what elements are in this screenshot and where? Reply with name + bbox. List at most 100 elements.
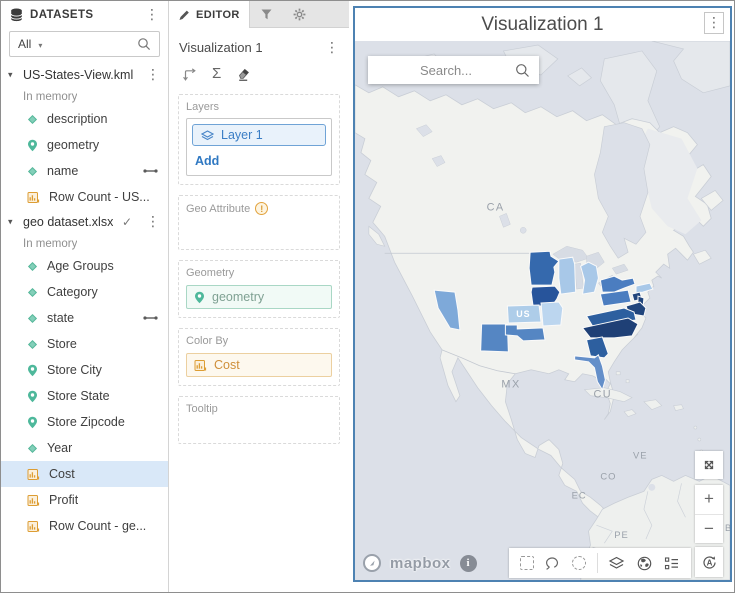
expand-button[interactable] xyxy=(695,451,723,479)
map-label: BR xyxy=(725,522,730,533)
map-label: MX xyxy=(501,379,520,391)
list-item-label: In memory xyxy=(23,91,77,103)
list-item[interactable]: ▾ In memory ✓ xyxy=(1,87,168,106)
geometry-label: Geometry xyxy=(186,267,332,279)
mapbox-logo-icon[interactable] xyxy=(363,554,381,572)
zoom-out-button[interactable]: − xyxy=(695,515,723,544)
dimension-icon xyxy=(27,339,38,350)
list-item[interactable]: ▾ US-States-View.kml ✓ xyxy=(1,63,168,87)
link-icon xyxy=(143,314,158,322)
tab-settings[interactable] xyxy=(283,1,316,27)
geo-pin-icon xyxy=(27,390,38,403)
eraser-icon[interactable] xyxy=(236,66,252,82)
list-item-label: description xyxy=(47,112,107,126)
list-item[interactable]: ▾ Category ✓ xyxy=(1,279,168,305)
globe-icon[interactable] xyxy=(636,555,653,572)
list-item[interactable]: ▾ Year ✓ xyxy=(1,435,168,461)
auto-label-button[interactable]: A xyxy=(695,547,723,577)
expand-arrow-icon[interactable]: ▾ xyxy=(8,70,13,81)
tab-editor[interactable]: EDITOR xyxy=(169,1,250,28)
legend-list-icon[interactable] xyxy=(663,555,680,572)
datasets-kebab-menu-icon[interactable]: ⋮ xyxy=(145,8,159,22)
list-item[interactable]: ▾ Row Count - US... ✓ xyxy=(1,184,168,210)
visualization-title-row: Visualization 1 ⋮ xyxy=(169,28,349,59)
dataset-filter[interactable]: All ▾ xyxy=(9,31,160,57)
list-item[interactable]: ▾ Row Count - ge... ✓ xyxy=(1,513,168,539)
list-item-label: Store City xyxy=(47,363,102,377)
zoom-controls: + − xyxy=(695,485,723,543)
geo-attribute-dropzone[interactable] xyxy=(186,215,332,241)
color-by-field-name: Cost xyxy=(214,358,240,372)
list-item[interactable]: ▾ Store Zipcode ✓ xyxy=(1,409,168,435)
list-item-label: Year xyxy=(47,441,72,455)
editor-tabbar: EDITOR xyxy=(169,1,349,28)
choropleth-map[interactable]: CA US MX CU VE CO EC PE BR xyxy=(355,41,730,580)
list-item[interactable]: ▾ geometry ✓ xyxy=(1,132,168,158)
link-icon xyxy=(143,167,158,175)
expand-arrow-icon[interactable]: ▾ xyxy=(8,217,13,228)
list-item[interactable]: ▾ In memory ✓ xyxy=(1,234,168,253)
filter-dropdown-value[interactable]: All xyxy=(18,37,31,51)
mapbox-wordmark[interactable]: mapbox xyxy=(390,555,451,572)
dimension-icon xyxy=(27,287,38,298)
check-icon: ✓ xyxy=(122,215,132,229)
list-item-label: Profit xyxy=(49,493,78,507)
app-window: DATASETS ⋮ All ▾ ▾ xyxy=(0,0,735,593)
kebab-menu-icon[interactable]: ⋮ xyxy=(146,215,160,229)
measure-icon xyxy=(27,191,40,204)
list-item[interactable]: ▾ Age Groups ✓ xyxy=(1,253,168,279)
list-item[interactable]: ▾ Cost ✓ xyxy=(1,461,168,487)
state-MO[interactable] xyxy=(541,302,563,326)
swap-axes-icon[interactable] xyxy=(181,66,197,82)
circle-select-icon[interactable] xyxy=(572,556,586,570)
layer-item[interactable]: Layer 1 xyxy=(192,124,326,146)
measure-icon xyxy=(27,520,40,533)
map-label: CU xyxy=(593,389,612,401)
map-label: EC xyxy=(572,489,587,500)
geometry-field-pill[interactable]: geometry xyxy=(186,285,332,309)
color-by-field-pill[interactable]: Cost xyxy=(186,353,332,377)
tab-filter[interactable] xyxy=(250,1,283,27)
search-icon[interactable] xyxy=(137,37,151,51)
visualization-header: Visualization 1 ⋮ xyxy=(355,8,730,41)
search-icon[interactable] xyxy=(515,63,530,78)
rectangle-select-icon[interactable] xyxy=(520,556,534,570)
list-item[interactable]: ▾ geo dataset.xlsx ✓ xyxy=(1,210,168,234)
map-attribution: mapbox i xyxy=(363,554,477,572)
list-item-label: Store xyxy=(47,337,77,351)
kebab-menu-icon[interactable]: ⋮ xyxy=(146,68,160,82)
dimension-icon xyxy=(27,166,38,177)
map-canvas[interactable]: CA US MX CU VE CO EC PE BR Search... xyxy=(355,41,730,580)
lasso-select-icon[interactable] xyxy=(544,555,561,572)
tooltip-dropzone[interactable] xyxy=(186,415,332,435)
dimension-icon xyxy=(27,313,38,324)
state-WI[interactable] xyxy=(559,257,576,294)
visualization-menu-button[interactable]: ⋮ xyxy=(704,12,724,34)
info-icon[interactable]: i xyxy=(460,555,477,572)
geo-pin-icon xyxy=(27,364,38,377)
map-label: CA xyxy=(487,201,505,213)
map-search-box[interactable]: Search... xyxy=(368,56,539,84)
tooltip-section[interactable]: Tooltip xyxy=(178,396,340,444)
layers-section: Layers Layer 1 Add xyxy=(178,94,340,185)
color-by-section[interactable]: Color By Cost xyxy=(178,328,340,386)
add-layer-button[interactable]: Add xyxy=(187,151,331,175)
layers-icon[interactable] xyxy=(608,556,625,571)
list-item-label: geometry xyxy=(47,138,99,152)
filter-funnel-icon xyxy=(260,8,273,21)
state-NM[interactable] xyxy=(481,324,509,352)
geo-attribute-section[interactable]: Geo Attribute ! xyxy=(178,195,340,250)
list-item[interactable]: ▾ Store City ✓ xyxy=(1,357,168,383)
geometry-section[interactable]: Geometry geometry xyxy=(178,260,340,318)
visualization-kebab-menu-icon[interactable]: ⋮ xyxy=(325,41,339,55)
database-icon xyxy=(10,8,23,22)
list-item[interactable]: ▾ description ✓ xyxy=(1,106,168,132)
zoom-in-button[interactable]: + xyxy=(695,485,723,515)
list-item[interactable]: ▾ name ✓ xyxy=(1,158,168,184)
list-item[interactable]: ▾ state ✓ xyxy=(1,305,168,331)
list-item[interactable]: ▾ Store State ✓ xyxy=(1,383,168,409)
list-item[interactable]: ▾ Store ✓ xyxy=(1,331,168,357)
list-item[interactable]: ▾ Profit ✓ xyxy=(1,487,168,513)
sigma-icon[interactable]: Σ xyxy=(212,65,221,82)
layer-name: Layer 1 xyxy=(221,128,263,142)
